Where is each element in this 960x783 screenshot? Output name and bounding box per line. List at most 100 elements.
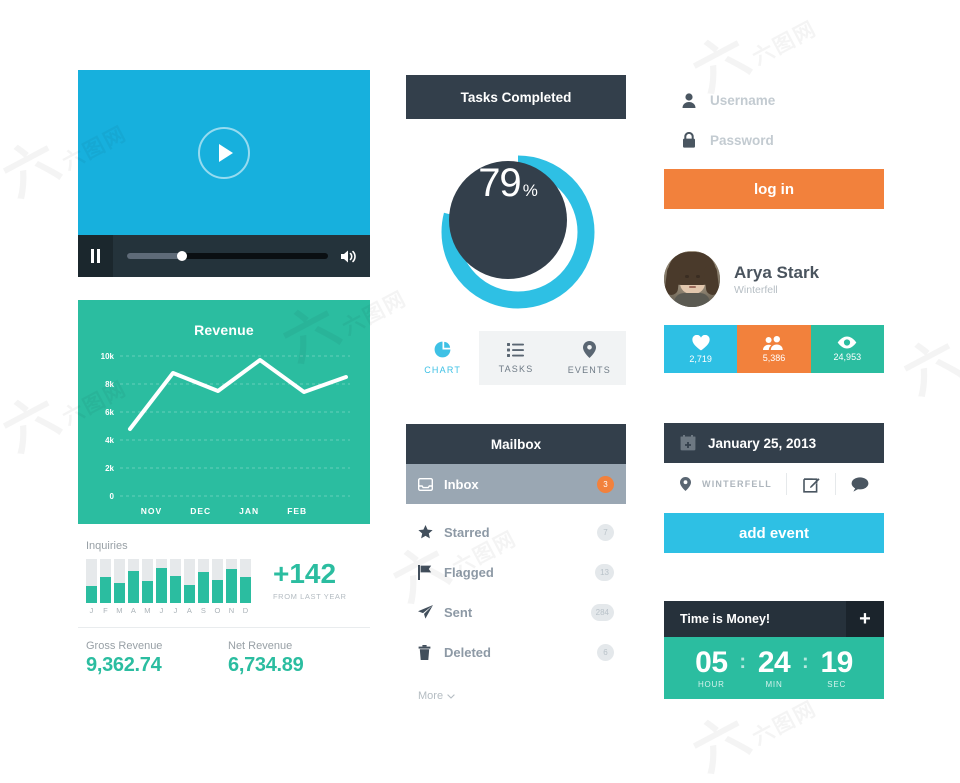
revenue-xtick: NOV [140,506,163,516]
chevron-down-icon [447,693,455,699]
watermark-glyph: 六 [0,130,69,208]
pie-chart-icon [434,341,451,358]
event-location: WINTERFELL [702,479,772,489]
net-revenue-label: Net Revenue [228,640,293,652]
watermark-text: 六图网 [749,17,821,70]
revenue-figures: Gross Revenue 9,362.74 Net Revenue 6,734… [78,628,370,677]
timer-body: 05 HOUR : 24 MIN : 19 SEC [664,637,884,699]
bar-track [114,559,125,603]
tasks-donut-chart: 79 % [406,137,626,317]
timer-card: Time is Money! + 05 HOUR : 24 MIN : 19 S… [664,601,884,699]
mailbox-more-button[interactable]: More [406,672,626,702]
mailbox-item-inbox[interactable]: Inbox 3 [406,464,626,504]
gross-revenue-label: Gross Revenue [86,640,163,652]
profile-card: Arya Stark Winterfell 2,719 5,386 24,953 [664,251,884,373]
mailbox-item-flagged[interactable]: Flagged 13 [406,552,626,592]
bar-track [170,559,181,603]
gross-revenue: Gross Revenue 9,362.74 [86,640,228,677]
inquiries-label: Inquiries [86,540,128,552]
plus-icon: + [859,608,871,630]
donut-percent-value: 79 [478,161,521,205]
tab-tasks-label: TASKS [498,363,534,374]
people-icon [763,336,784,350]
password-field[interactable]: Password [664,120,884,160]
revenue-chart-plot: 10k 8k 6k 4k 2k 0 [101,352,350,501]
login-button[interactable]: log in [664,169,884,209]
bar-track [184,559,195,603]
month-label: M [144,606,151,615]
donut-center: 79 % [449,161,567,279]
svg-text:0: 0 [110,492,115,501]
month-label: J [159,606,164,615]
mailbox-item-badge: 7 [597,523,614,541]
video-screen[interactable] [78,70,370,235]
stat-likes[interactable]: 2,719 [664,325,738,373]
list-icon [507,342,525,357]
stat-followers-value: 5,386 [762,353,786,363]
bar-track [226,559,237,603]
event-meta: WINTERFELL [664,463,884,505]
bar-track [156,559,167,603]
watermark-glyph: 六 [894,328,960,406]
inquiries-delta: +142 FROM LAST YEAR [273,560,347,603]
left-column: Revenue 10k 8k 6k 4k 2k 0 NOV DEC JAN FE… [78,70,370,677]
heart-icon [692,334,710,350]
net-revenue: Net Revenue 6,734.89 [228,640,370,677]
revenue-xtick: JAN [239,506,260,516]
mailbox-item-label: Sent [444,604,473,620]
lock-icon [683,132,695,148]
mailbox-item-badge: 13 [595,563,614,581]
pause-button[interactable] [78,235,113,277]
month-label: O [214,606,221,615]
timer-seconds-label: SEC [827,679,847,689]
month-label: A [130,606,137,615]
add-event-button[interactable]: add event [664,513,884,553]
profile-stats: 2,719 5,386 24,953 [664,325,884,373]
stat-followers[interactable]: 5,386 [737,325,811,373]
svg-text:8k: 8k [105,380,114,389]
event-edit-button[interactable] [787,476,835,493]
event-comment-button[interactable] [836,476,884,492]
middle-column: Tasks Completed 79 % CHART TASKS EVENTS … [406,75,626,702]
mailbox-item-badge: 284 [590,603,614,621]
volume-icon[interactable] [340,249,358,264]
stat-views[interactable]: 24,953 [810,325,884,373]
profile-location: Winterfell [734,283,778,296]
tab-events[interactable]: EVENTS [552,331,626,385]
month-label: A [186,606,193,615]
event-header: January 25, 2013 [664,423,884,463]
video-progress-slider[interactable] [127,251,328,261]
play-icon [219,143,233,162]
mailbox-item-sent[interactable]: Sent 284 [406,592,626,632]
revenue-chart-card: Revenue 10k 8k 6k 4k 2k 0 NOV DEC JAN FE… [78,300,370,524]
bar-track [142,559,153,603]
mailbox-more-label: More [418,690,444,702]
play-button[interactable] [198,126,250,179]
eye-icon [838,336,857,349]
revenue-xtick: DEC [190,506,212,516]
avatar [664,251,720,307]
month-label: S [200,606,207,615]
month-label: J [89,606,94,615]
video-progress-knob[interactable] [177,251,188,261]
profile-name: Arya Stark [734,262,820,282]
inquiries-delta-value: +142 [273,558,337,589]
svg-text:6k: 6k [105,408,114,417]
timer-seconds: 19 SEC [809,647,865,689]
tab-chart[interactable]: CHART [406,331,479,385]
user-icon [682,92,696,108]
mailbox-item-deleted[interactable]: Deleted 6 [406,632,626,672]
username-placeholder: Username [710,92,776,108]
calendar-icon [680,435,696,451]
pause-icon [91,249,94,263]
watermark-glyph: 六 [683,705,759,783]
timer-header: Time is Money! + [664,601,884,637]
svg-text:2k: 2k [105,464,114,473]
timer-add-button[interactable]: + [846,601,884,637]
username-field[interactable]: Username [664,80,884,120]
mailbox-item-label: Flagged [444,564,494,580]
timer-hours-label: HOUR [697,679,725,689]
tab-tasks[interactable]: TASKS [479,331,553,385]
watermark-glyph: 六 [0,385,69,463]
mailbox-item-starred[interactable]: Starred 7 [406,512,626,552]
